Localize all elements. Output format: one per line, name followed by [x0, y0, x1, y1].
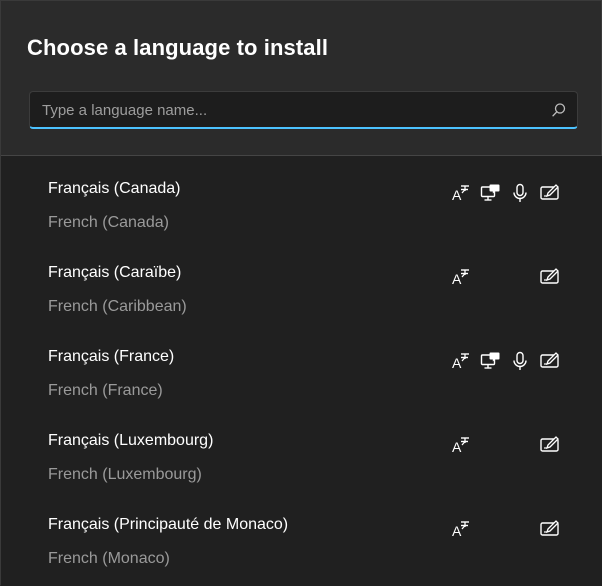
- text-to-speech-icon: A: [450, 182, 472, 204]
- text-to-speech-icon: A: [450, 266, 472, 288]
- display-language-icon: [479, 182, 501, 204]
- text-to-speech-icon: A: [450, 518, 472, 540]
- svg-text:A: A: [452, 187, 462, 203]
- svg-text:A: A: [452, 439, 462, 455]
- svg-text:A: A: [452, 523, 462, 539]
- language-english-name: French (France): [48, 382, 163, 399]
- handwriting-icon: [539, 434, 561, 456]
- svg-text:A: A: [452, 271, 462, 287]
- language-list-item[interactable]: Français (Canada) French (Canada) A: [1, 156, 602, 240]
- handwriting-icon: [539, 350, 561, 372]
- language-native-name: Français (Principauté de Monaco): [48, 516, 289, 533]
- language-list: Français (Canada) French (Canada) A Fran…: [1, 156, 602, 586]
- language-english-name: French (Canada): [48, 214, 169, 231]
- speech-recognition-icon: [509, 182, 531, 204]
- language-native-name: Français (France): [48, 348, 175, 365]
- handwriting-icon: [539, 518, 561, 540]
- search-input[interactable]: [30, 92, 540, 128]
- text-to-speech-icon: A: [450, 434, 472, 456]
- language-english-name: French (Luxembourg): [48, 466, 202, 483]
- language-search-box[interactable]: [29, 91, 578, 129]
- svg-text:A: A: [452, 355, 462, 371]
- search-icon[interactable]: [551, 102, 567, 118]
- handwriting-icon: [539, 266, 561, 288]
- speech-recognition-icon: [509, 350, 531, 372]
- language-native-name: Français (Canada): [48, 180, 181, 197]
- handwriting-icon: [539, 182, 561, 204]
- language-list-item[interactable]: Français (France) French (France) A: [1, 324, 602, 408]
- language-list-item[interactable]: Français (Principauté de Monaco) French …: [1, 492, 602, 576]
- display-language-icon: [479, 350, 501, 372]
- text-to-speech-icon: A: [450, 350, 472, 372]
- language-list-item[interactable]: Français (Caraïbe) French (Caribbean) A: [1, 240, 602, 324]
- language-list-item[interactable]: Français (Luxembourg) French (Luxembourg…: [1, 408, 602, 492]
- language-english-name: French (Monaco): [48, 550, 170, 567]
- language-english-name: French (Caribbean): [48, 298, 187, 315]
- language-native-name: Français (Caraïbe): [48, 264, 182, 281]
- language-native-name: Français (Luxembourg): [48, 432, 214, 449]
- dialog-header: Choose a language to install: [1, 1, 601, 155]
- language-install-dialog: Choose a language to install Français (C…: [0, 0, 602, 586]
- dialog-title: Choose a language to install: [27, 35, 329, 60]
